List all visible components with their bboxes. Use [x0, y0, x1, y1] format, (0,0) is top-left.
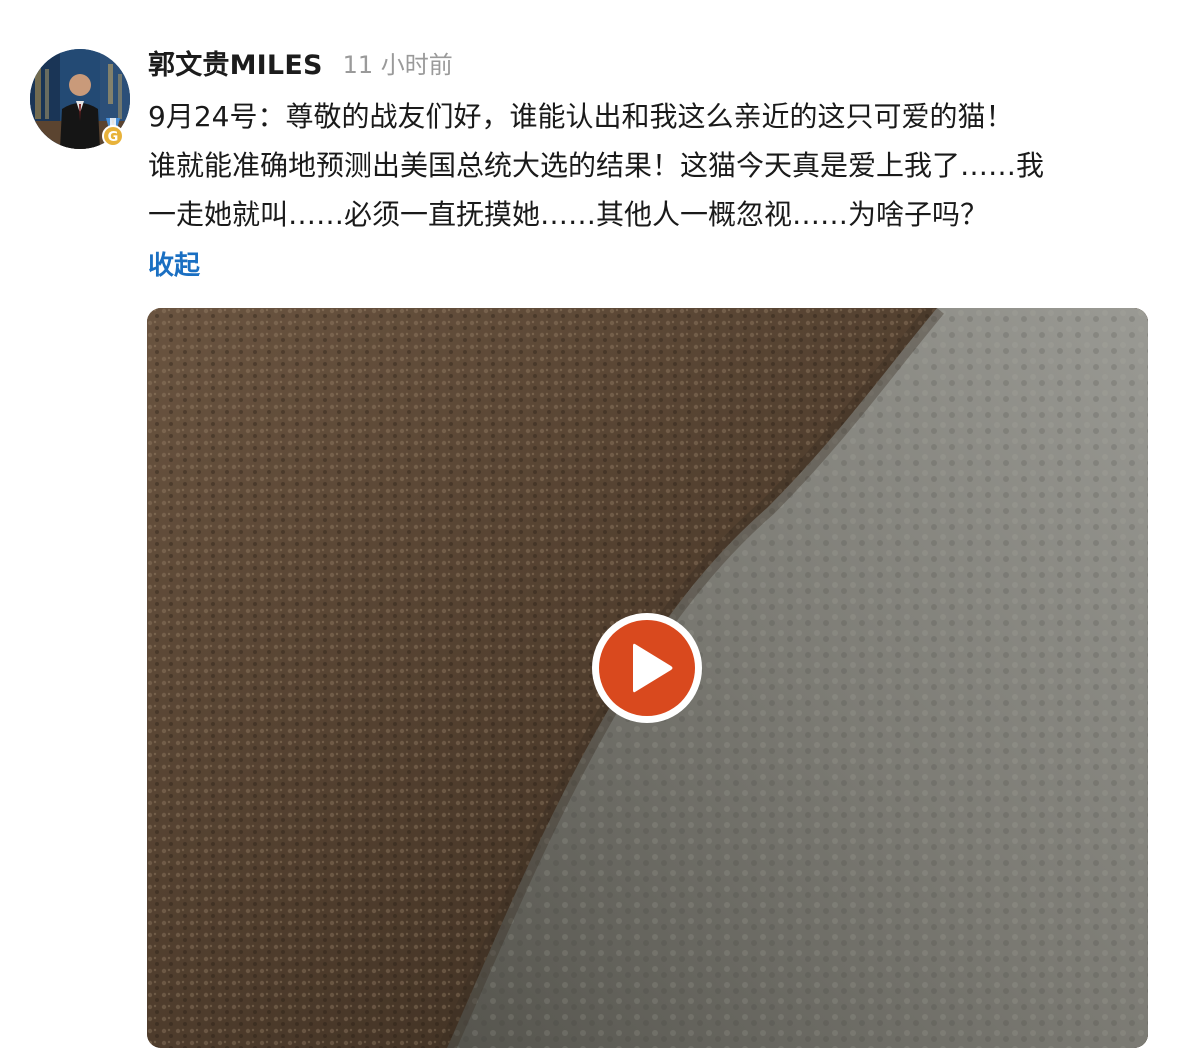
play-icon [592, 613, 702, 723]
collapse-link[interactable]: 收起 [148, 245, 200, 282]
post-body: 9月24号：尊敬的战友们好，谁能认出和我这么亲近的这只可爱的猫！ 谁就能准确地预… [148, 92, 1168, 239]
post-body-line: 谁就能准确地预测出美国总统大选的结果！这猫今天真是爱上我了……我 [148, 149, 1045, 182]
post-header: 郭文贵MILES 11 小时前 [148, 42, 453, 82]
video-player[interactable] [147, 308, 1148, 1048]
badge-letter: G [108, 130, 119, 145]
post-body-line: 一走她就叫……必须一直抚摸她……其他人一概忽视……为啥子吗？ [148, 198, 989, 231]
post-card: G 郭文贵MILES 11 小时前 9月24号：尊敬的战友们好，谁能认出和我这么… [0, 0, 1200, 1048]
post-body-line: 9月24号：尊敬的战友们好，谁能认出和我这么亲近的这只可爱的猫！ [148, 100, 1014, 133]
post-timestamp: 11 小时前 [342, 50, 453, 79]
verified-medal-icon: G [98, 117, 128, 147]
author-name[interactable]: 郭文贵MILES [148, 43, 323, 82]
play-button[interactable] [589, 610, 705, 726]
